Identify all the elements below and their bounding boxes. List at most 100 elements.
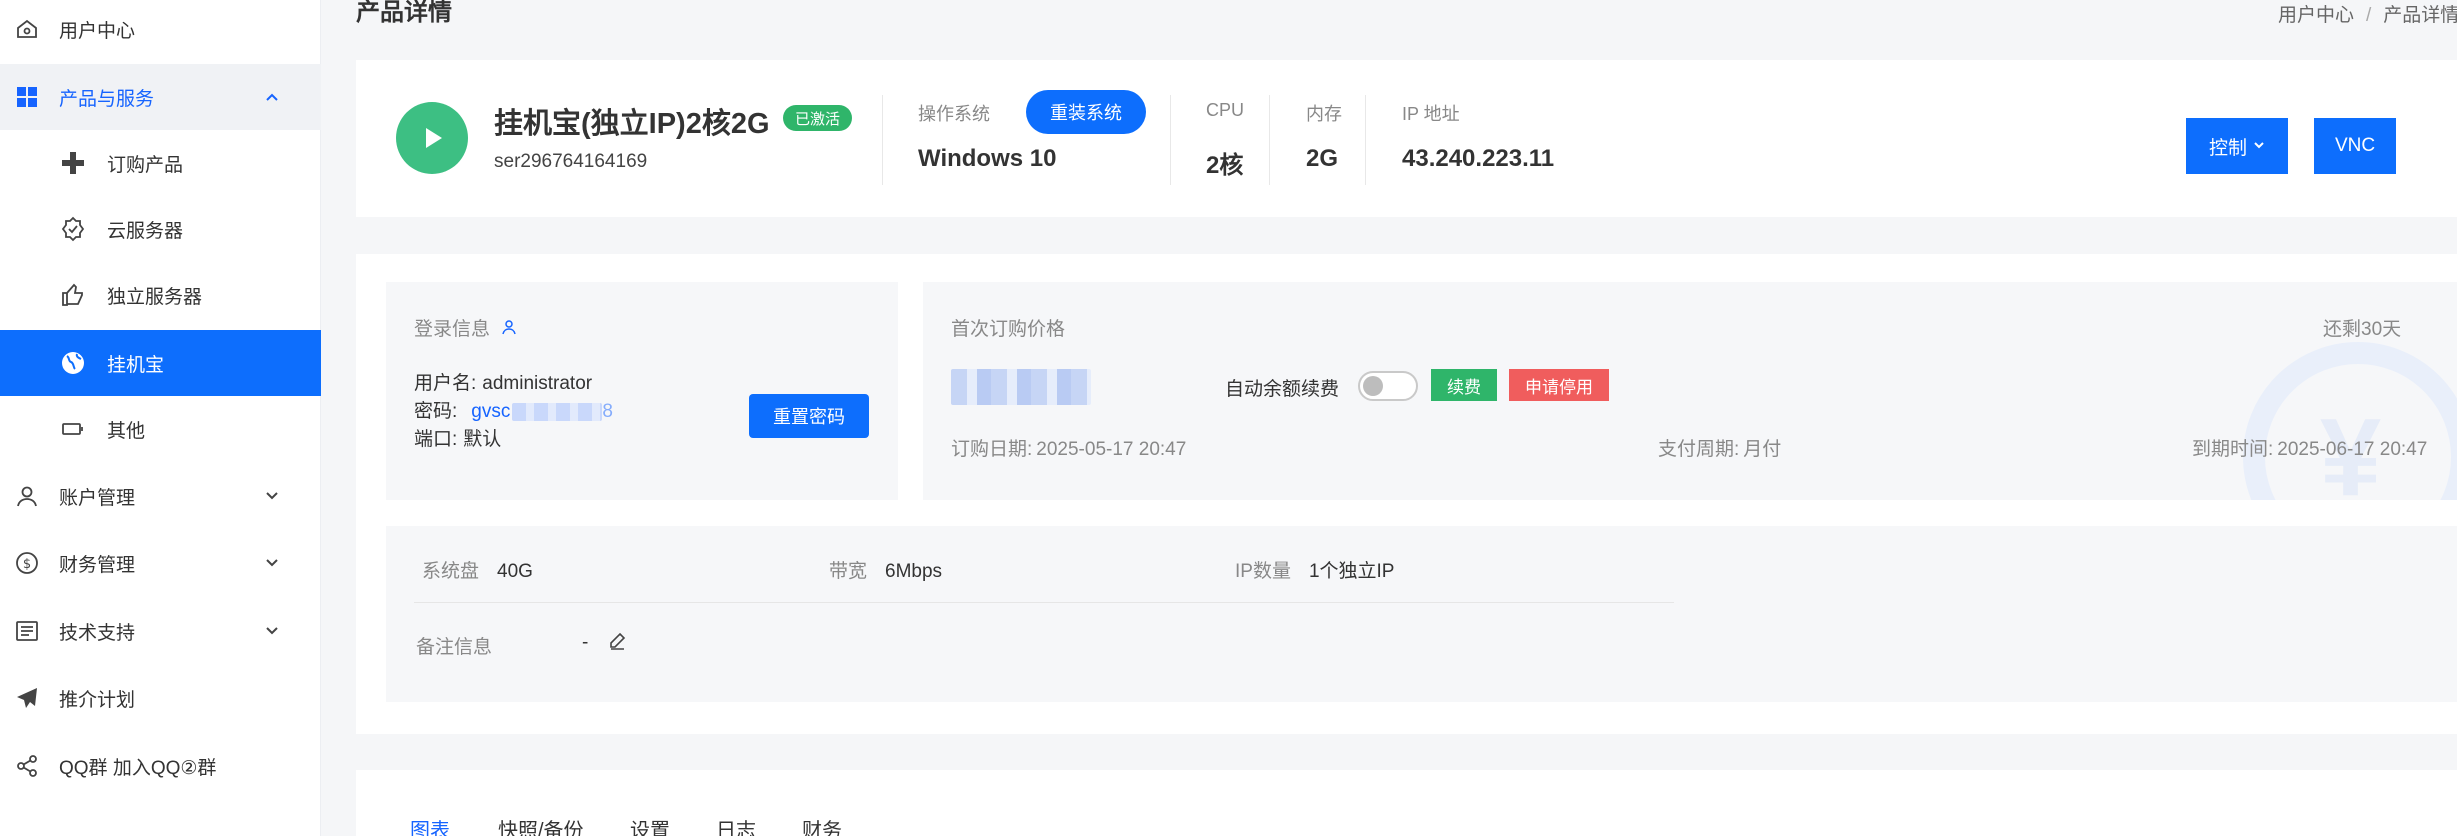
bandwidth-label: 带宽 xyxy=(829,561,868,582)
user-icon xyxy=(501,319,517,340)
port-value: 默认 xyxy=(463,429,502,450)
battery-icon xyxy=(60,416,86,442)
sidebar-item-label: 用户中心 xyxy=(59,20,136,42)
payment-cycle-row: 支付周期: 月付 xyxy=(1658,434,1781,461)
product-id: ser296764164169 xyxy=(494,151,648,172)
edit-pencil-icon[interactable] xyxy=(608,632,626,655)
os-label: 操作系统 xyxy=(918,104,990,124)
cpu-value: 2核 xyxy=(1206,152,1244,179)
tab-charts[interactable]: 图表 xyxy=(410,814,450,836)
login-info-panel: 登录信息 用户名: administrator 密码: gvsc 8 端口: 默认 重置… xyxy=(386,282,898,500)
thumbs-up-icon xyxy=(60,282,86,308)
renew-button[interactable]: 续费 xyxy=(1431,369,1497,401)
username-value: administrator xyxy=(482,373,593,394)
play-icon xyxy=(396,102,468,174)
bandwidth-row: 带宽 6Mbps xyxy=(829,556,942,583)
payment-cycle-label: 支付周期: xyxy=(1658,439,1740,460)
vnc-button[interactable]: VNC xyxy=(2314,118,2396,174)
expire-date-row: 到期时间: 2025-06-17 20:47 xyxy=(2192,434,2427,461)
yen-watermark-icon xyxy=(2243,342,2457,500)
sidebar-item-finance[interactable]: $ 财务管理 xyxy=(0,530,321,596)
sidebar-item-label: 产品与服务 xyxy=(59,88,155,110)
page-title: 产品详情 xyxy=(356,0,452,26)
tab-logs[interactable]: 日志 xyxy=(716,814,756,836)
password-redacted xyxy=(512,402,603,421)
sidebar-item-products-services[interactable]: 产品与服务 xyxy=(0,64,321,130)
tab-finance[interactable]: 财务 xyxy=(802,814,842,836)
breadcrumb: 用户中心 / 产品详情 xyxy=(2278,0,2457,27)
sidebar-item-guajibao[interactable]: 挂机宝 xyxy=(0,330,321,396)
sidebar-item-label: 挂机宝 xyxy=(107,354,165,376)
order-date-row: 订购日期: 2025-05-17 20:47 xyxy=(951,434,1186,461)
sidebar-item-referral[interactable]: 推介计划 xyxy=(0,665,321,731)
note-value: - xyxy=(582,632,589,653)
spec-panel: 系统盘 40G 带宽 6Mbps IP数量 1个独立IP 备注信息 - xyxy=(386,526,2457,702)
control-button[interactable]: 控制 xyxy=(2186,118,2288,174)
auto-renew-toggle[interactable] xyxy=(1358,371,1418,401)
control-button-label: 控制 xyxy=(2208,137,2247,159)
sidebar-item-label: 云服务器 xyxy=(107,220,184,242)
billing-panel: 首次订购价格 还剩30天 自动余额续费 续费 申请停用 订购日期:2025-05… xyxy=(923,282,2457,500)
sidebar-item-label: 其他 xyxy=(107,420,146,442)
login-info-title-text: 登录信息 xyxy=(414,319,491,340)
sidebar-item-other[interactable]: 其他 xyxy=(0,396,321,462)
tab-snapshot-backup[interactable]: 快照/备份 xyxy=(498,814,584,836)
globe-icon xyxy=(60,350,86,376)
expire-date-label: 到期时间: xyxy=(2192,439,2274,460)
sidebar-item-account[interactable]: 账户管理 xyxy=(0,463,321,529)
username-label: 用户名: xyxy=(414,373,477,394)
sidebar-item-label: 独立服务器 xyxy=(107,286,203,308)
remaining-days: 还剩30天 xyxy=(2323,319,2402,340)
product-summary-card: 挂机宝(独立IP)2核2G 已激活 ser296764164169 操作系统 重… xyxy=(356,60,2457,217)
system-disk-value: 40G xyxy=(497,561,533,582)
request-stop-button[interactable]: 申请停用 xyxy=(1509,369,1609,401)
reinstall-os-button[interactable]: 重装系统 xyxy=(1026,90,1146,134)
sidebar-item-qq-group[interactable]: QQ群 加入QQ②群 xyxy=(0,733,321,799)
ip-count-value: 1个独立IP xyxy=(1308,561,1395,582)
breadcrumb-home[interactable]: 用户中心 xyxy=(2278,5,2354,26)
share-icon xyxy=(14,753,40,779)
home-icon xyxy=(14,16,40,42)
document-list-icon xyxy=(14,618,40,644)
tabs-card: 图表 快照/备份 设置 日志 财务 xyxy=(356,770,2457,836)
system-disk-label: 系统盘 xyxy=(422,561,480,582)
ip-count-row: IP数量 1个独立IP xyxy=(1235,556,1394,583)
os-value: Windows 10 xyxy=(918,145,1057,172)
password-label: 密码: xyxy=(414,401,458,422)
sidebar-item-dedicated-server[interactable]: 独立服务器 xyxy=(0,262,321,328)
user-icon xyxy=(14,483,40,509)
sidebar-item-support[interactable]: 技术支持 xyxy=(0,598,321,664)
order-date-label: 订购日期: xyxy=(951,439,1033,460)
note-label: 备注信息 xyxy=(416,637,493,658)
divider xyxy=(882,95,883,185)
breadcrumb-current: 产品详情 xyxy=(2383,5,2457,26)
grid-icon xyxy=(14,84,40,110)
divider xyxy=(1269,95,1270,185)
sidebar-item-label: 财务管理 xyxy=(59,554,136,576)
product-details-card: 登录信息 用户名: administrator 密码: gvsc 8 端口: 默认 重置… xyxy=(356,254,2457,734)
chevron-down-icon xyxy=(262,486,282,506)
status-badge: 已激活 xyxy=(783,105,853,131)
reset-password-button[interactable]: 重置密码 xyxy=(749,394,869,438)
svg-text:$: $ xyxy=(23,557,31,572)
sidebar-item-user-center[interactable]: 用户中心 xyxy=(0,0,321,62)
sidebar-item-cloud-server[interactable]: 云服务器 xyxy=(0,196,321,262)
memory-label: 内存 xyxy=(1306,104,1342,124)
username-row: 用户名: administrator xyxy=(414,368,592,395)
chevron-up-icon xyxy=(262,87,282,107)
price-redacted xyxy=(951,369,1091,405)
memory-value: 2G xyxy=(1306,145,1339,172)
auto-renew-label: 自动余额续费 xyxy=(1225,379,1340,400)
cpu-label: CPU xyxy=(1206,100,1245,120)
sidebar-item-label: 订购产品 xyxy=(107,154,184,176)
bandwidth-value: 6Mbps xyxy=(885,561,943,582)
first-order-price-label: 首次订购价格 xyxy=(951,319,1066,340)
plus-icon xyxy=(60,150,86,176)
divider xyxy=(1170,95,1171,185)
password-value[interactable]: gvsc xyxy=(471,401,510,422)
chevron-down-icon xyxy=(2253,135,2265,157)
system-disk-row: 系统盘 40G xyxy=(422,556,533,583)
tab-settings[interactable]: 设置 xyxy=(630,814,670,836)
sidebar-item-order-product[interactable]: 订购产品 xyxy=(0,130,321,196)
divider xyxy=(414,602,1674,603)
